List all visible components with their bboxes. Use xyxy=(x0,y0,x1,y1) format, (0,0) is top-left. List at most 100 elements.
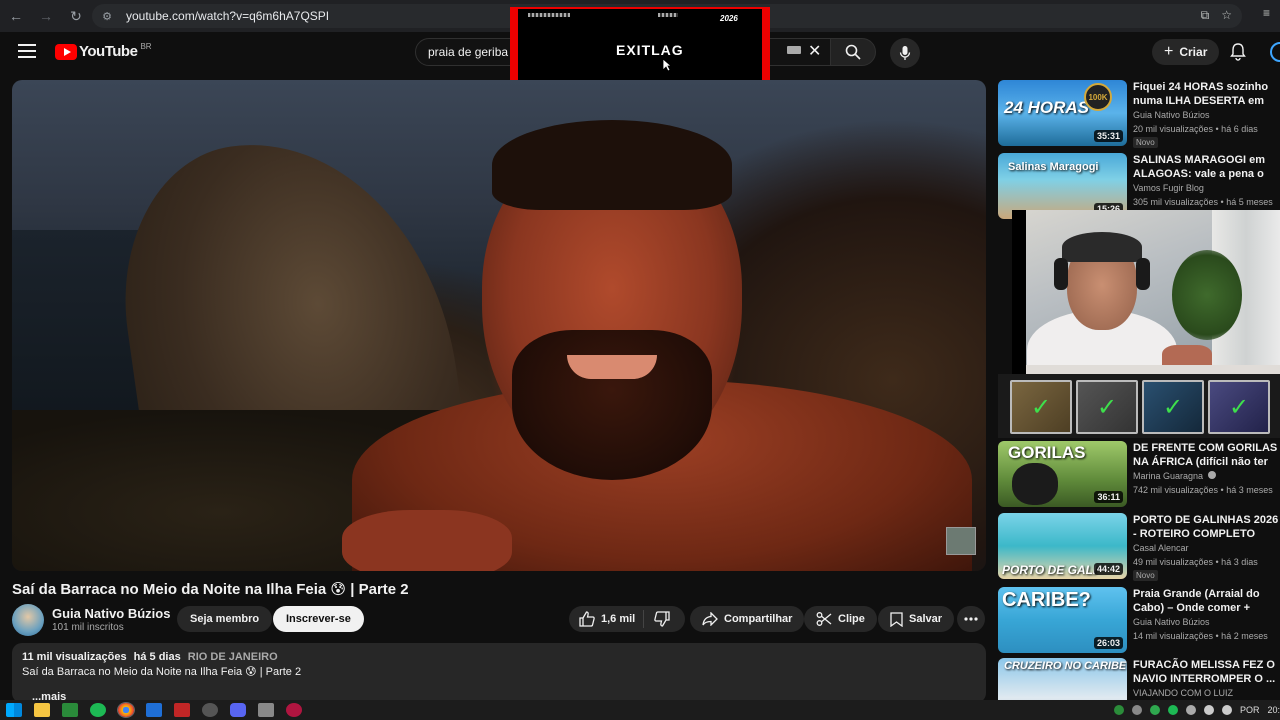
extensions-icon[interactable]: ≡ xyxy=(1263,6,1270,20)
clip-button[interactable]: Clipe xyxy=(804,606,877,632)
recommended-channel[interactable]: Marina Guaragna xyxy=(1133,471,1216,481)
windows-start-icon[interactable] xyxy=(6,703,22,717)
tray-icon[interactable] xyxy=(1131,705,1142,715)
subscribe-button[interactable]: Inscrever-se xyxy=(273,606,364,632)
save-button[interactable]: Salvar xyxy=(878,606,955,632)
recommended-channel[interactable]: Vamos Fugir Blog xyxy=(1133,183,1204,193)
notifications-button[interactable] xyxy=(1230,43,1246,66)
exitlag-logo: EXITLAG xyxy=(616,42,684,58)
recommended-channel[interactable]: Casal Alencar xyxy=(1133,543,1189,553)
video-thumbnail[interactable]: 24 HORAS 100K 35:31 xyxy=(998,80,1127,146)
clip-label: Clipe xyxy=(838,613,865,625)
wifi-icon[interactable] xyxy=(1203,705,1214,715)
like-button[interactable]: 1,6 mil xyxy=(569,610,645,628)
recommended-video[interactable]: 24 HORAS 100K 35:31 Fiquei 24 HORAS sozi… xyxy=(998,80,1280,148)
account-avatar[interactable] xyxy=(1270,42,1280,62)
location-tag[interactable]: RIO DE JANEIRO xyxy=(188,651,278,663)
spotify-icon[interactable] xyxy=(90,703,106,717)
cam-cap xyxy=(1062,232,1142,262)
recommended-meta: 49 mil visualizações • há 3 dias xyxy=(1133,557,1258,567)
discord-icon[interactable] xyxy=(230,703,246,717)
channel-name[interactable]: Guia Nativo Búzios xyxy=(52,606,170,621)
keyboard-icon[interactable] xyxy=(787,46,801,54)
video-duration: 44:42 xyxy=(1093,563,1123,575)
volume-icon[interactable] xyxy=(1221,705,1232,715)
tray-icon[interactable] xyxy=(1113,705,1124,715)
reload-icon[interactable]: ↻ xyxy=(62,2,90,30)
video-thumbnail[interactable]: CARIBE? 26:03 xyxy=(998,587,1127,653)
xbox-icon[interactable] xyxy=(62,703,78,717)
search-button[interactable] xyxy=(830,38,876,66)
exitlag-tag: 2026 xyxy=(720,14,738,23)
channel-avatar[interactable] xyxy=(12,604,44,636)
search-icon xyxy=(845,44,861,60)
join-button[interactable]: Seja membro xyxy=(177,606,273,632)
file-explorer-icon[interactable] xyxy=(34,703,50,717)
logo-text: YouTube xyxy=(79,43,138,60)
create-button[interactable]: + Criar xyxy=(1152,39,1220,65)
menu-icon[interactable] xyxy=(18,44,36,58)
language-indicator[interactable]: POR xyxy=(1240,705,1260,715)
description-box[interactable]: 11 mil visualizações há 5 dias RIO DE JA… xyxy=(12,643,986,703)
more-actions-button[interactable] xyxy=(957,606,985,632)
recommended-title[interactable]: Fiquei 24 HORAS sozinho numa ILHA DESERT… xyxy=(1133,80,1280,108)
view-count: 11 mil visualizações xyxy=(22,651,127,663)
verified-icon xyxy=(1207,471,1216,479)
app-icon[interactable] xyxy=(146,703,162,717)
recommended-channel[interactable]: Guia Nativo Búzios xyxy=(1133,110,1210,120)
recommended-title[interactable]: Praia Grande (Arraial do Cabo) – Onde co… xyxy=(1133,587,1280,615)
tray-icon[interactable] xyxy=(1185,705,1196,715)
forward-icon[interactable]: → xyxy=(32,2,60,30)
thumbs-down-icon xyxy=(654,611,670,627)
voice-search-button[interactable] xyxy=(890,38,920,68)
app-icon[interactable] xyxy=(286,703,302,717)
video-player[interactable] xyxy=(12,80,986,571)
bookmark-star-icon[interactable]: ☆ xyxy=(1221,8,1232,23)
recommended-channel[interactable]: Guia Nativo Búzios xyxy=(1133,617,1210,627)
save-label: Salvar xyxy=(909,613,943,625)
app-icon[interactable] xyxy=(258,703,274,717)
video-title: Saí da Barraca no Meio da Noite na Ilha … xyxy=(12,581,409,598)
description-text: Saí da Barraca no Meio da Noite na Ilha … xyxy=(22,666,302,678)
channel-watermark[interactable] xyxy=(946,527,976,555)
recommended-title[interactable]: SALINAS MARAGOGI em ALAGOAS: vale a pena… xyxy=(1133,153,1280,181)
os-taskbar: POR 20: xyxy=(0,700,1280,720)
share-label: Compartilhar xyxy=(724,613,793,625)
dislike-button[interactable] xyxy=(644,611,670,627)
scene-hand xyxy=(342,510,512,571)
recommended-title[interactable]: FURACÃO MELISSA FEZ O NAVIO INTERROMPER … xyxy=(1133,658,1280,686)
install-app-icon[interactable]: ⧉ xyxy=(1201,8,1210,23)
recommended-video[interactable]: PORTO DE GALI 44:42 PORTO DE GALINHAS 20… xyxy=(998,513,1280,581)
video-thumbnail[interactable]: CRUZEIRO NO CARIBE xyxy=(998,658,1127,700)
stream-grid-overlay: ✓ ✓ ✓ ✓ xyxy=(998,374,1280,438)
clear-search-icon[interactable]: ✕ xyxy=(808,41,821,61)
share-button[interactable]: Compartilhar xyxy=(690,606,805,632)
bookmark-icon xyxy=(890,611,903,627)
recommended-title[interactable]: DE FRENTE COM GORILAS NA ÁFRICA (difícil… xyxy=(1133,441,1280,469)
obs-icon[interactable] xyxy=(202,703,218,717)
recording-app-icon[interactable] xyxy=(174,703,190,717)
description-meta: 11 mil visualizações há 5 dias RIO DE JA… xyxy=(22,651,278,663)
chrome-icon[interactable] xyxy=(117,702,135,718)
new-badge: Novo xyxy=(1133,137,1158,148)
video-thumbnail[interactable]: PORTO DE GALI 44:42 xyxy=(998,513,1127,579)
recommended-channel[interactable]: VIAJANDO COM O LUIZ xyxy=(1133,688,1233,698)
youtube-logo[interactable]: YouTube BR xyxy=(55,42,152,60)
video-duration: 35:31 xyxy=(1093,130,1123,142)
plus-icon: + xyxy=(1164,43,1174,60)
back-icon[interactable]: ← xyxy=(2,2,30,30)
tray-icon[interactable] xyxy=(1149,705,1160,715)
clock[interactable]: 20: xyxy=(1267,705,1280,715)
thumbs-up-icon xyxy=(579,611,595,627)
site-info-icon[interactable]: ⚙ xyxy=(100,9,114,23)
streamer-webcam-overlay xyxy=(1012,210,1280,375)
recommended-video[interactable]: GORILAS 36:11 DE FRENTE COM GORILAS NA Á… xyxy=(998,441,1280,509)
headset-icon xyxy=(1054,258,1068,290)
recommended-video[interactable]: CRUZEIRO NO CARIBE FURACÃO MELISSA FEZ O… xyxy=(998,658,1280,700)
recommended-video[interactable]: CARIBE? 26:03 Praia Grande (Arraial do C… xyxy=(998,587,1280,655)
thumbnail-text: PORTO DE GALI xyxy=(1002,563,1097,577)
video-thumbnail[interactable]: GORILAS 36:11 xyxy=(998,441,1127,507)
cam-plant xyxy=(1172,250,1242,340)
recommended-title[interactable]: PORTO DE GALINHAS 2026 - ROTEIRO COMPLET… xyxy=(1133,513,1280,541)
tray-icon[interactable] xyxy=(1167,705,1178,715)
